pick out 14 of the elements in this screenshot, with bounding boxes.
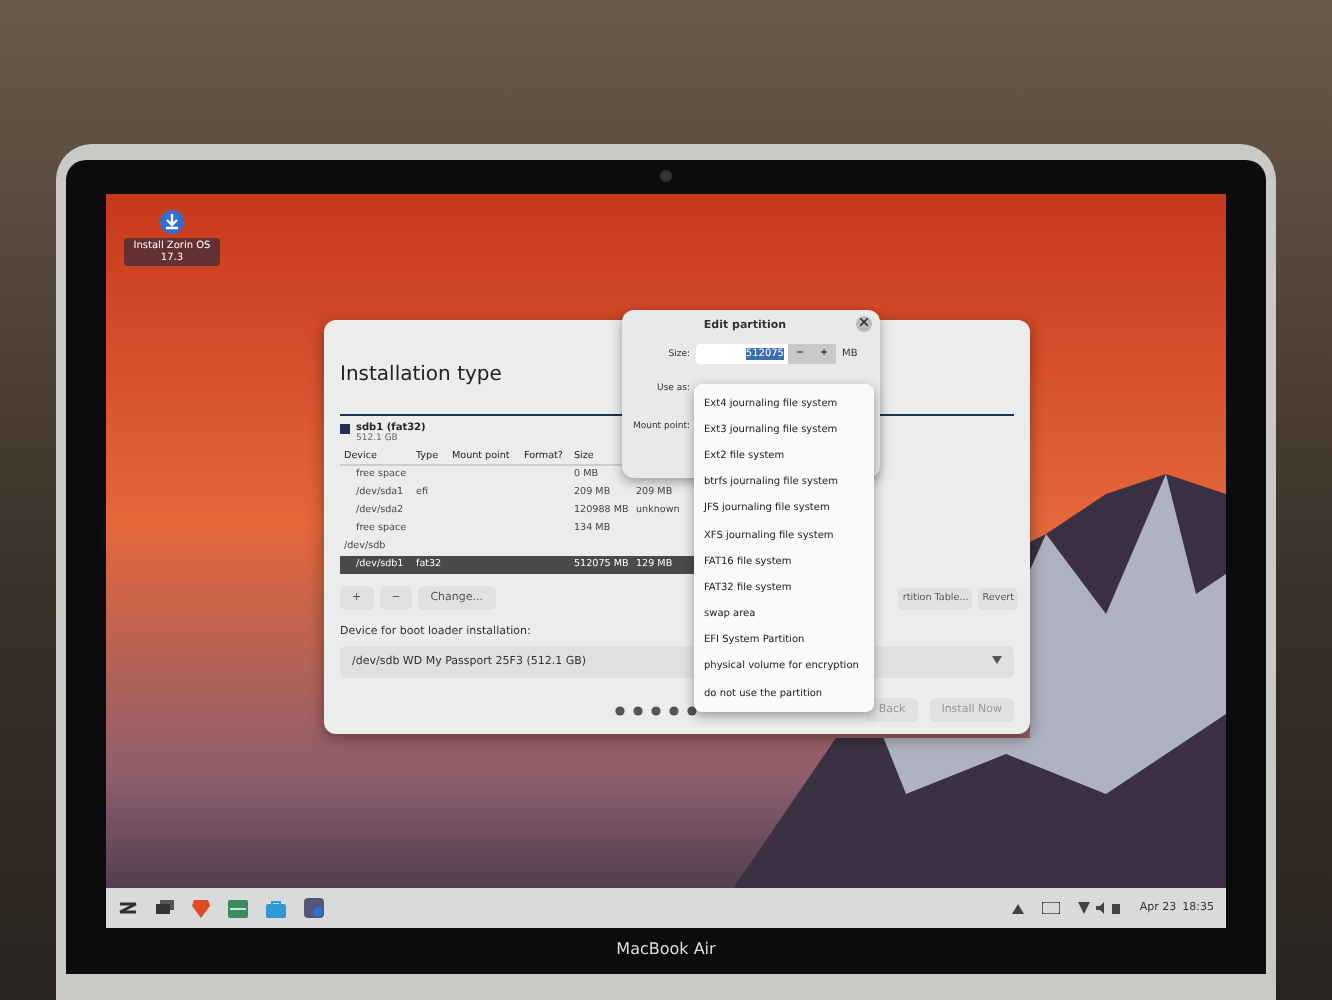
file-cabinet-icon[interactable]: [228, 899, 248, 917]
system-tray-icons[interactable]: [1077, 902, 1122, 914]
window-title: Installation type: [340, 364, 504, 386]
caret-up-icon[interactable]: [1011, 903, 1024, 913]
keyboard-icon[interactable]: [1041, 902, 1060, 914]
page-dots-icon: [614, 706, 698, 716]
camera-icon: [660, 170, 672, 182]
close-icon: [860, 318, 868, 326]
windows-icon[interactable]: [156, 900, 174, 916]
caret-icon: [992, 656, 1002, 664]
legend-swatch: [340, 424, 350, 434]
download-icon[interactable]: [160, 210, 184, 234]
close-button[interactable]: [856, 316, 872, 332]
laptop-brand: MacBook Air: [616, 940, 716, 958]
